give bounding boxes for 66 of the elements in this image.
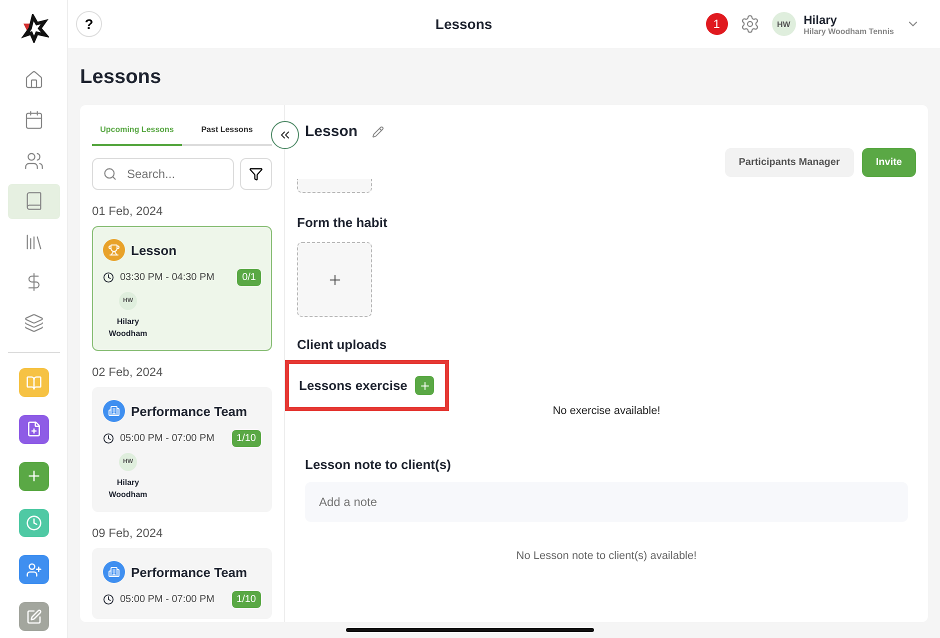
- file-plus-icon: [26, 421, 42, 438]
- open-book-icon: [26, 374, 42, 391]
- plus-icon: [418, 380, 431, 392]
- lesson-name: Lesson: [131, 242, 177, 258]
- participants-manager-button[interactable]: Participants Manager: [724, 148, 854, 177]
- lesson-time: 05:00 PM - 07:00 PM: [120, 433, 216, 444]
- filter-button[interactable]: [240, 158, 272, 190]
- pencil-icon[interactable]: [372, 126, 384, 138]
- building-icon: [103, 561, 125, 583]
- trophy-icon: [103, 239, 125, 261]
- file-plus-action-button[interactable]: [18, 415, 48, 444]
- help-button[interactable]: ?: [76, 11, 102, 37]
- user-name: Hilary: [804, 12, 838, 26]
- lessons-tab[interactable]: Past Lessons: [182, 119, 272, 146]
- clock-icon: [26, 515, 42, 532]
- clock-action-button[interactable]: [18, 508, 48, 538]
- user-plus-action-button[interactable]: [18, 555, 48, 584]
- date-heading: 01 Feb, 2024: [92, 204, 164, 218]
- user-plus-icon: [26, 562, 42, 578]
- note-field[interactable]: Add a note: [305, 482, 908, 522]
- logo-icon: [18, 14, 48, 43]
- empty-message: No Lesson note to client(s) available!: [515, 550, 698, 562]
- users-icon: [24, 150, 44, 171]
- clock-icon: [103, 433, 114, 444]
- building-icon: [103, 400, 125, 422]
- participant-count: 0/1: [237, 269, 261, 286]
- participant-name: Hilary Woodham: [108, 477, 148, 501]
- page-header-title: Lessons: [434, 16, 494, 32]
- section-title: Form the habit: [297, 215, 388, 230]
- lesson-name: Performance Team: [131, 404, 248, 418]
- clock-icon: [103, 594, 114, 605]
- section-title: Lesson note to client(s): [305, 457, 452, 472]
- lesson-title: Lesson: [305, 123, 358, 140]
- empty-message: No exercise available!: [552, 405, 662, 417]
- date-heading: 02 Feb, 2024: [92, 365, 164, 379]
- lesson-card[interactable]: Performance Team 05:00 PM - 07:00 PM 1/10: [92, 548, 272, 619]
- date-heading: 09 Feb, 2024: [92, 526, 164, 540]
- plus-action-button[interactable]: [18, 462, 48, 491]
- calendar-icon: [24, 110, 44, 130]
- add-exercise-button[interactable]: [415, 376, 434, 395]
- user-avatar: HW: [772, 12, 796, 36]
- pencil-square-icon: [26, 608, 42, 625]
- participant-count: 1/10: [232, 591, 261, 608]
- participant-count: 1/10: [232, 430, 261, 447]
- home-icon: [24, 70, 44, 90]
- collapse-button[interactable]: [271, 121, 299, 149]
- lesson-name: Performance Team: [131, 564, 248, 580]
- book-icon: [24, 191, 44, 212]
- search-field[interactable]: Search...: [92, 158, 234, 190]
- pencil-square-action-button[interactable]: [18, 602, 48, 632]
- add-upload-button[interactable]: [297, 242, 372, 317]
- search-icon: [103, 167, 117, 181]
- settings-icon[interactable]: [740, 14, 760, 34]
- search-input[interactable]: Search...: [125, 160, 223, 188]
- filter-icon: [249, 167, 263, 181]
- book-nav-button[interactable]: [8, 184, 60, 219]
- participant-name: Hilary Woodham: [108, 316, 148, 340]
- notification-badge[interactable]: 1: [706, 13, 728, 35]
- lesson-time: 03:30 PM - 04:30 PM: [120, 272, 216, 283]
- section-title: Client uploads: [297, 337, 388, 352]
- organization-name: Hilary Woodham Tennis: [804, 26, 894, 36]
- page-title: Lessons: [80, 66, 162, 89]
- clock-icon: [103, 272, 114, 283]
- lesson-time: 05:00 PM - 07:00 PM: [120, 594, 216, 605]
- section-title: Lessons exercise: [299, 378, 408, 393]
- layers-icon: [24, 312, 44, 333]
